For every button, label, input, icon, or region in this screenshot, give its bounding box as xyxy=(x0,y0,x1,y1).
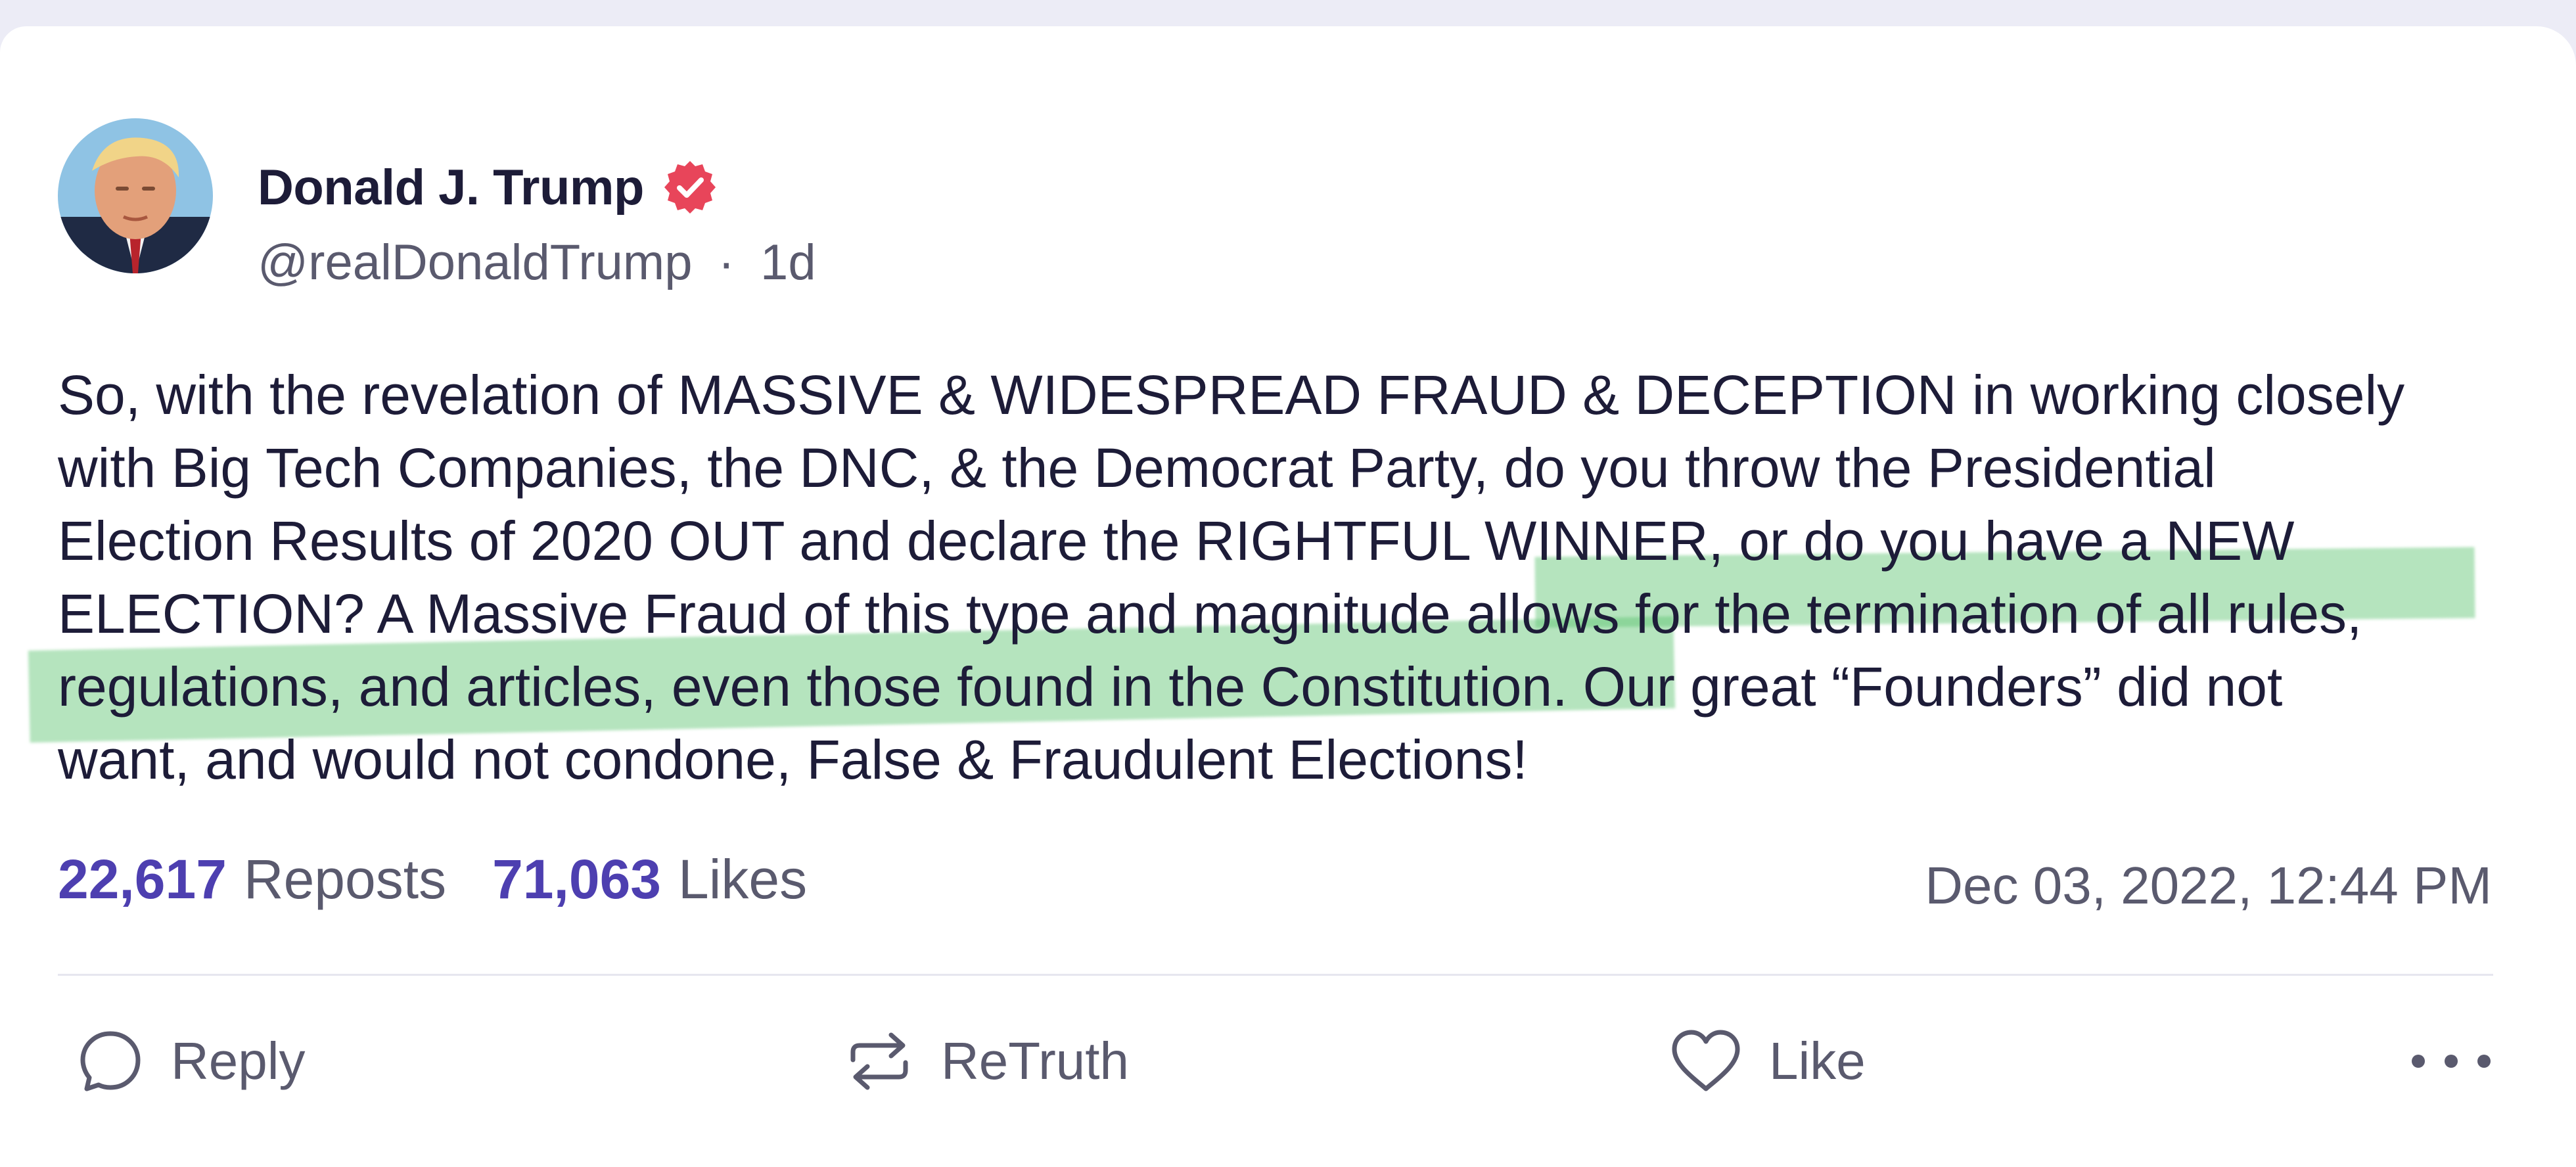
post-text-line: want, and would not condone, False & Fra… xyxy=(58,729,1528,790)
post-text-line: regulations, and articles, even those fo… xyxy=(58,656,2283,718)
post-timestamp: Dec 03, 2022, 12:44 PM xyxy=(1925,856,2492,915)
divider xyxy=(58,974,2493,976)
post-text-line: with Big Tech Companies, the DNC, & the … xyxy=(58,437,2216,499)
post-text-line: So, with the revelation of MASSIVE & WID… xyxy=(58,364,2405,426)
like-label: Like xyxy=(1769,1032,1866,1090)
author-handle[interactable]: @realDonaldTrump xyxy=(258,235,692,290)
reply-button[interactable]: Reply xyxy=(76,1025,306,1097)
post-text-line: Election Results of 2020 OUT and declare… xyxy=(58,510,2295,572)
reposts-count[interactable]: 22,617 xyxy=(58,848,227,911)
more-dots-icon xyxy=(2412,1055,2425,1068)
heart-icon xyxy=(1672,1030,1740,1091)
reposts-label[interactable]: Reposts xyxy=(244,848,446,911)
author-handle-row: @realDonaldTrump · 1d xyxy=(258,234,816,291)
retruth-label: ReTruth xyxy=(941,1032,1130,1090)
likes-count[interactable]: 71,063 xyxy=(492,848,661,911)
likes-label[interactable]: Likes xyxy=(678,848,807,911)
post-body: So, with the revelation of MASSIVE & WID… xyxy=(58,359,2542,796)
avatar[interactable] xyxy=(58,118,213,273)
more-options-button[interactable] xyxy=(2412,1041,2491,1081)
post-stats: 22,617 Reposts 71,063 Likes xyxy=(58,848,807,911)
more-dots-icon xyxy=(2477,1055,2491,1068)
meta-separator: · xyxy=(718,235,735,290)
author-display-name[interactable]: Donald J. Trump xyxy=(258,159,644,216)
more-dots-icon xyxy=(2445,1055,2458,1068)
relative-time: 1d xyxy=(760,235,816,290)
verified-badge-icon xyxy=(664,161,716,214)
author-name-row: Donald J. Trump xyxy=(258,151,719,223)
like-button[interactable]: Like xyxy=(1669,1025,1866,1097)
reply-label: Reply xyxy=(171,1032,306,1090)
retruth-button[interactable]: ReTruth xyxy=(844,1025,1129,1097)
post-card: Donald J. Trump @realDonaldTrump · 1d So… xyxy=(0,26,2576,1167)
speech-bubble-icon xyxy=(80,1031,141,1091)
repost-arrows-icon xyxy=(850,1032,908,1090)
post-text-line: ELECTION? A Massive Fraud of this type a… xyxy=(58,583,2362,645)
avatar-photo xyxy=(58,118,213,273)
